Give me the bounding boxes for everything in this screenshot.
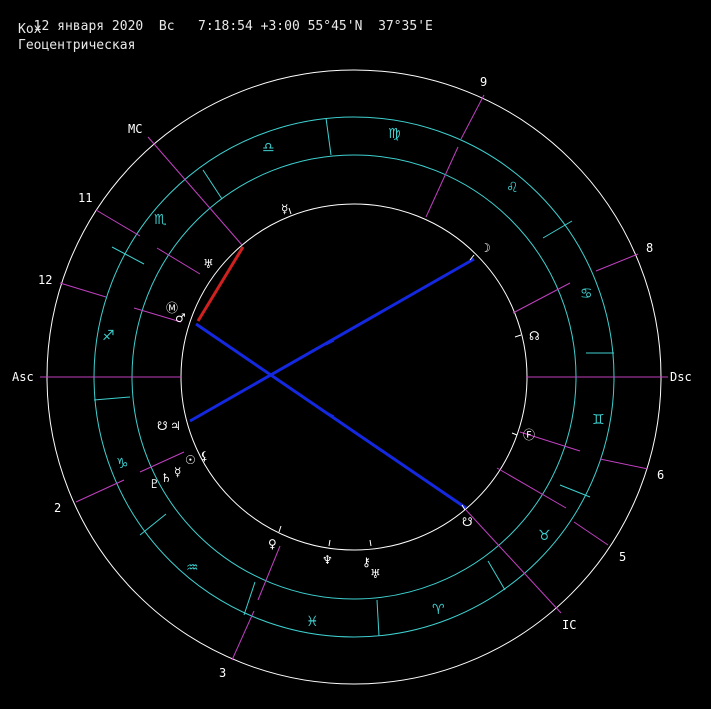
house-cusp-3 (231, 610, 255, 661)
planet-lilith-icon: ⚸ (200, 449, 209, 463)
planet-jupiter-icon: ♃ (170, 419, 181, 433)
house-label-8: 8 (646, 241, 653, 255)
sign-leo-icon: ♌ (506, 180, 519, 196)
planet-tick (288, 207, 292, 215)
planet-uranus-bottom-icon: ♅ (370, 567, 381, 581)
natal-chart-wheel: 11 12 2 3 5 6 8 9 Asc Dsc MC IC ♎ ♍ ♌ ♋ … (12, 69, 692, 685)
house-cusp-inner-9 (425, 146, 459, 218)
planet-tick (369, 539, 372, 547)
house-cusp-inner-5 (496, 467, 567, 509)
sign-sagittarius-icon: ♐ (102, 328, 115, 344)
house-label-2: 2 (54, 501, 61, 515)
inner-circle (180, 203, 528, 551)
sign-divider (139, 513, 167, 536)
planet-node-icon: ☊ (529, 329, 540, 343)
house-cusp-12 (59, 282, 107, 298)
house-cusp-6 (599, 458, 649, 470)
planet-sun-icon: ☉ (185, 453, 196, 467)
planet-mercury-top-icon: ☿ (281, 202, 288, 216)
sign-aries-icon: ♈ (432, 602, 445, 618)
house-label-3: 3 (219, 666, 226, 680)
house-cusp-11 (95, 209, 141, 237)
house-cusp-5 (573, 521, 609, 546)
planet-tick (511, 432, 518, 436)
mc-line (147, 136, 243, 246)
planet-uranus-icon: ♅ (203, 257, 214, 271)
planet-mercury-icon: ☿ (174, 465, 181, 479)
planet-south-node-icon: ☋ (462, 515, 473, 529)
planet-moon-icon: ☽ (480, 241, 491, 255)
sign-divider (325, 117, 332, 156)
sign-scorpio-icon: ♏ (154, 212, 167, 228)
sign-gemini-icon: ♊ (592, 412, 605, 428)
house-label-11: 11 (78, 191, 92, 205)
mc-label: MC (128, 122, 142, 136)
sign-taurus-icon: ♉ (538, 528, 551, 544)
sign-cancer-icon: ♋ (580, 286, 593, 302)
sign-libra-icon: ♎ (262, 140, 275, 156)
sign-capricorn-icon: ♑ (116, 456, 129, 472)
planet-tick (514, 334, 522, 338)
planet-tick (278, 525, 282, 533)
house-label-6: 6 (657, 468, 664, 482)
planet-fortune-icon: Ⓕ (523, 428, 535, 442)
sign-divider (376, 599, 380, 637)
sign-divider (93, 396, 131, 401)
house-label-9: 9 (480, 75, 487, 89)
sign-divider (487, 560, 506, 591)
dsc-label: Dsc (670, 370, 692, 384)
aspect-line-blue-1 (189, 257, 475, 423)
house-cusp-8 (595, 253, 639, 272)
asc-label: Asc (12, 370, 34, 384)
sign-divider (202, 169, 223, 200)
sign-pisces-icon: ♓ (306, 614, 319, 630)
planet-venus-icon: ♀ (268, 537, 277, 551)
planet-mc-point-icon: Ⓜ (166, 301, 178, 315)
zodiac-inner-ring (131, 154, 577, 600)
planet-ticks (278, 207, 522, 547)
sign-aquarius-icon: ♒ (186, 560, 199, 576)
aspect-line-blue-2 (195, 322, 467, 510)
sign-divider (243, 581, 256, 616)
planet-south-node-2-icon: ☋ (157, 419, 168, 433)
planet-neptune-icon: ♆ (322, 553, 333, 567)
planet-saturn-icon: ♄ (161, 471, 172, 485)
ic-line (465, 509, 562, 614)
house-cusp-9 (460, 94, 485, 140)
house-label-5: 5 (619, 550, 626, 564)
house-cusp-2 (75, 479, 125, 503)
axis-lines (40, 136, 668, 614)
planet-pluto-icon: ♇ (149, 477, 160, 491)
planet-tick (328, 539, 331, 547)
sign-divider (111, 246, 145, 265)
sign-divider (559, 484, 591, 498)
house-label-12: 12 (38, 273, 52, 287)
sign-virgo-icon: ♍ (388, 126, 401, 142)
house-cusp-inner-11 (156, 247, 201, 275)
ic-label: IC (562, 618, 576, 632)
house-cusp-inner-3 (257, 545, 281, 601)
